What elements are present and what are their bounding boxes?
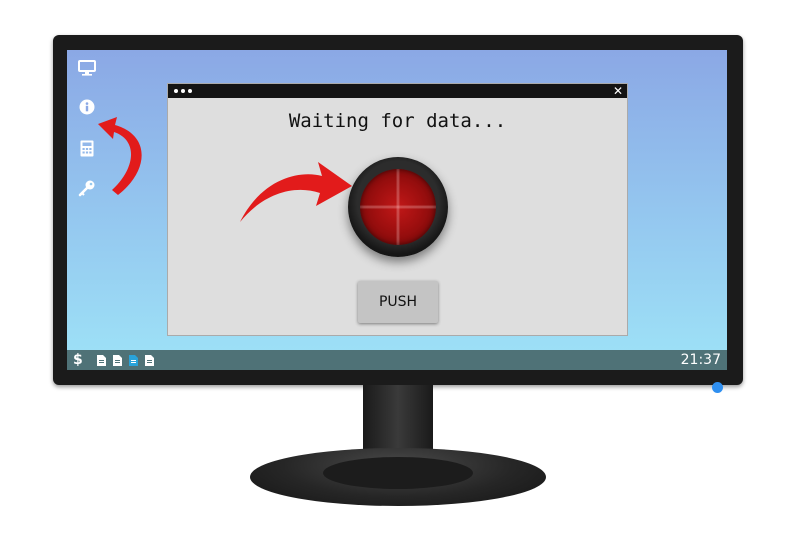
power-led [712,382,723,393]
start-dollar-button[interactable]: $ [73,352,87,368]
info-icon[interactable] [78,98,96,116]
window-menu-dots[interactable] [174,89,192,93]
taskbar-clock: 21:37 [680,352,721,368]
monitor-icon[interactable] [78,59,96,77]
active-file-icon[interactable] [129,354,138,366]
status-message: Waiting for data... [288,110,507,132]
file-icon[interactable] [113,354,122,366]
calculator-icon[interactable] [78,139,96,157]
key-icon[interactable] [78,179,96,197]
desktop-screen: ✕ Waiting for data... PUSH $ 21:37 [67,50,727,370]
big-red-button-face [360,169,436,245]
taskbar: $ 21:37 [67,350,727,370]
big-red-button[interactable] [348,157,448,257]
push-button[interactable]: PUSH [358,281,438,323]
file-icon[interactable] [97,354,106,366]
monitor-stand-base-inner [323,457,473,489]
taskbar-files [97,354,154,366]
window-titlebar[interactable]: ✕ [168,84,627,98]
close-icon[interactable]: ✕ [613,84,623,98]
file-icon[interactable] [145,354,154,366]
dialog-window: ✕ Waiting for data... PUSH [167,83,628,336]
